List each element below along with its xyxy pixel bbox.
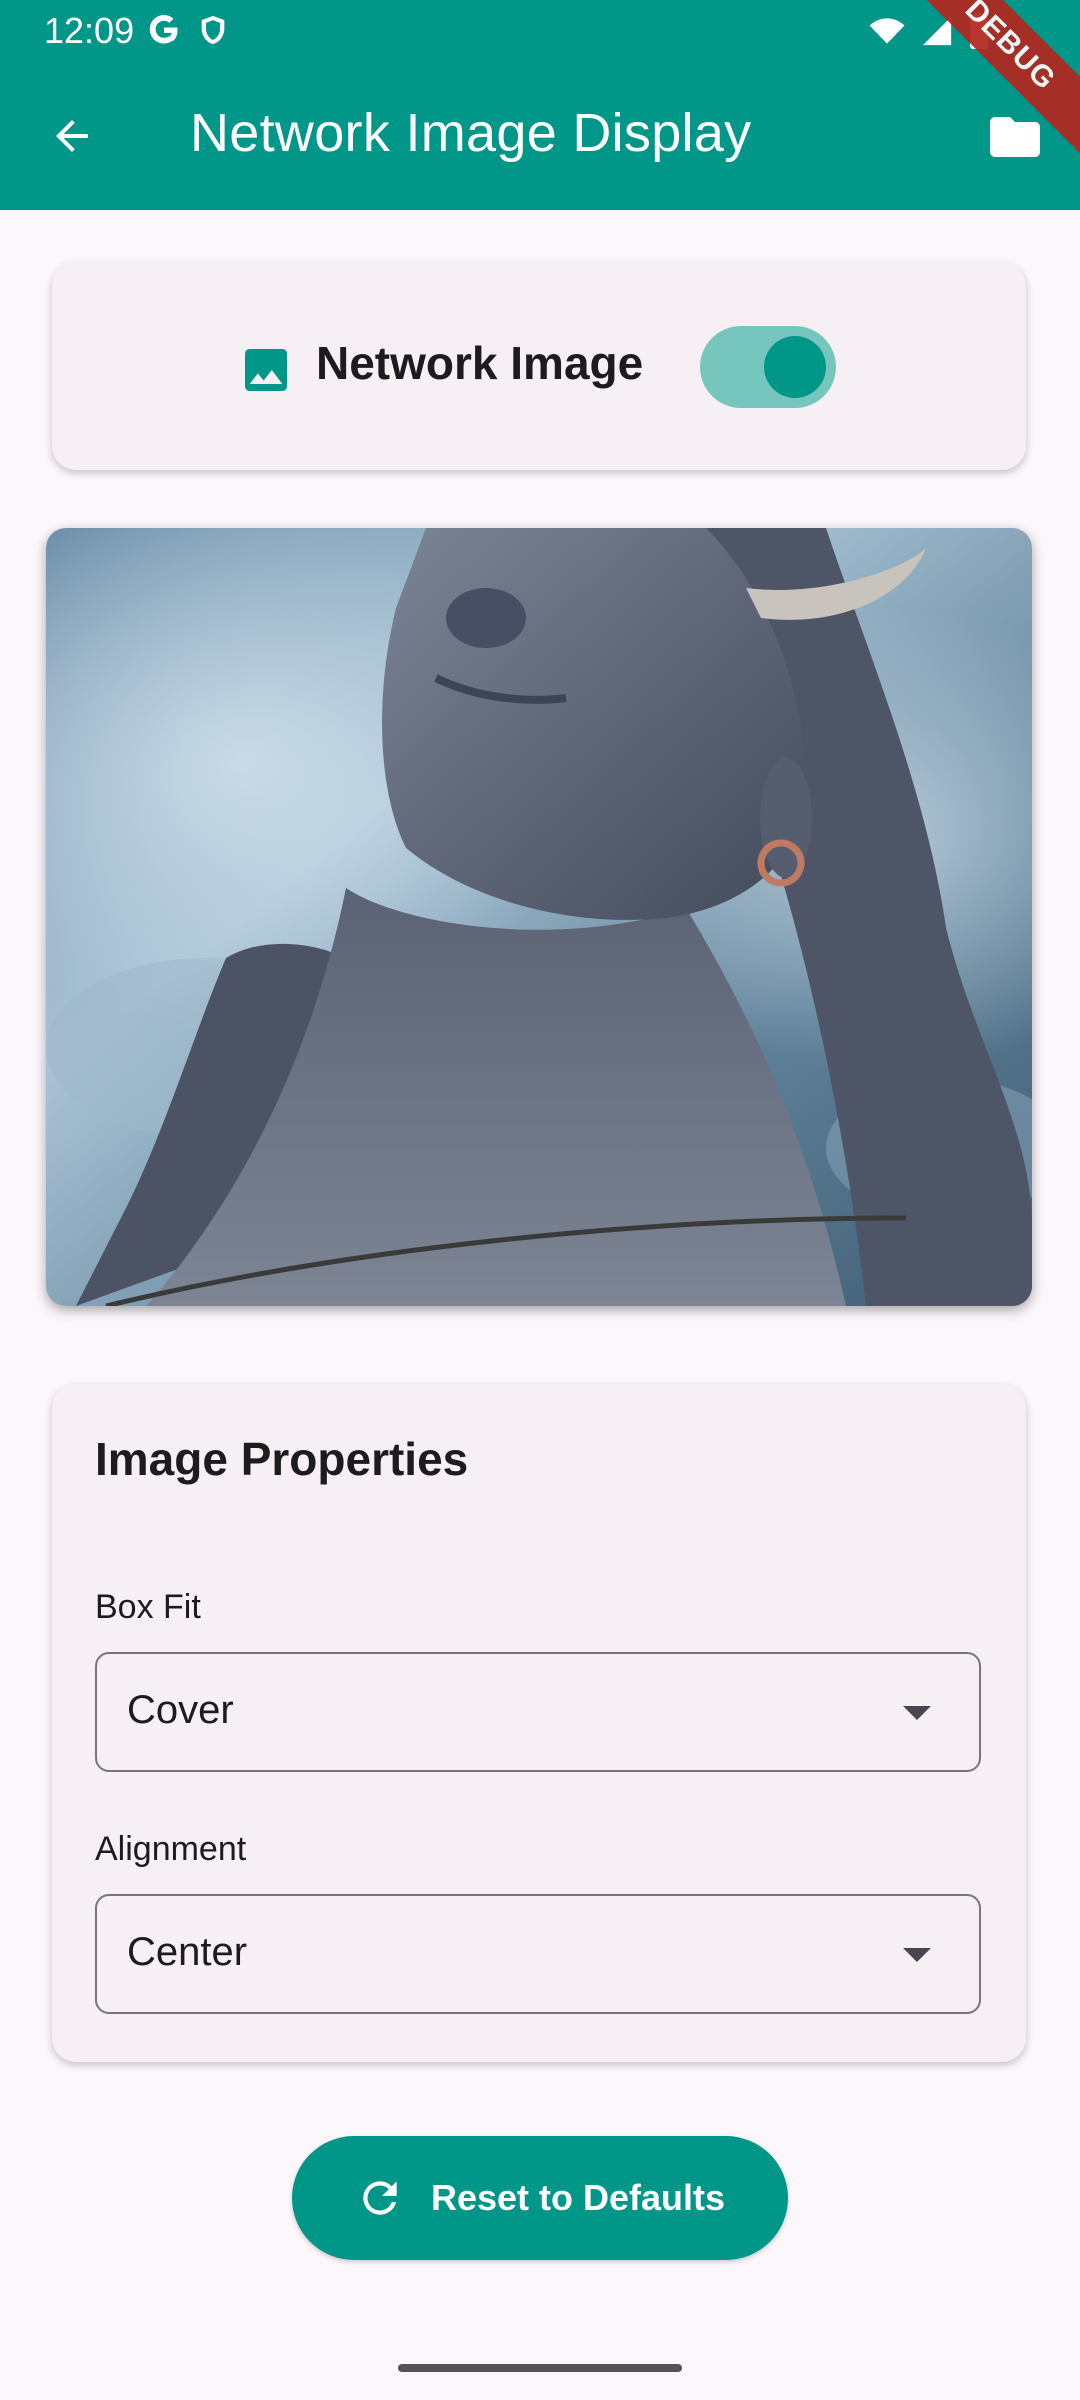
box-fit-dropdown[interactable]: Cover bbox=[95, 1652, 981, 1772]
google-icon bbox=[149, 15, 178, 44]
alignment-value: Center bbox=[127, 1930, 248, 1974]
reset-to-defaults-button[interactable]: Reset to Defaults bbox=[292, 2136, 788, 2260]
statue-photo bbox=[46, 528, 1032, 1306]
app-bar: Network Image Display bbox=[0, 62, 1080, 210]
network-image bbox=[46, 528, 1032, 1306]
box-fit-label: Box Fit bbox=[95, 1588, 201, 1626]
image-icon bbox=[245, 349, 287, 391]
dropdown-arrow-icon bbox=[903, 1706, 931, 1720]
home-indicator[interactable] bbox=[398, 2364, 682, 2372]
status-bar: 12:09 bbox=[0, 0, 1080, 62]
network-image-label: Network Image bbox=[316, 337, 644, 389]
image-properties-card: Image Properties Box Fit Cover Alignment… bbox=[52, 1384, 1026, 2062]
arrow-back-icon bbox=[56, 120, 88, 152]
switch-thumb bbox=[764, 336, 826, 398]
image-properties-title: Image Properties bbox=[95, 1433, 469, 1485]
back-button[interactable] bbox=[40, 104, 104, 168]
shield-icon bbox=[201, 15, 225, 45]
status-time: 12:09 bbox=[44, 10, 135, 51]
alignment-dropdown[interactable]: Center bbox=[95, 1894, 981, 2014]
page-title: Network Image Display bbox=[190, 103, 752, 163]
alignment-label: Alignment bbox=[95, 1830, 247, 1868]
dropdown-arrow-icon bbox=[903, 1948, 931, 1962]
network-image-switch[interactable] bbox=[700, 326, 836, 408]
network-image-toggle-card: Network Image bbox=[52, 262, 1026, 470]
wifi-icon bbox=[869, 18, 905, 44]
refresh-icon bbox=[363, 2181, 397, 2215]
folder-icon bbox=[990, 117, 1040, 157]
reset-label: Reset to Defaults bbox=[430, 2177, 726, 2218]
box-fit-value: Cover bbox=[127, 1688, 234, 1732]
